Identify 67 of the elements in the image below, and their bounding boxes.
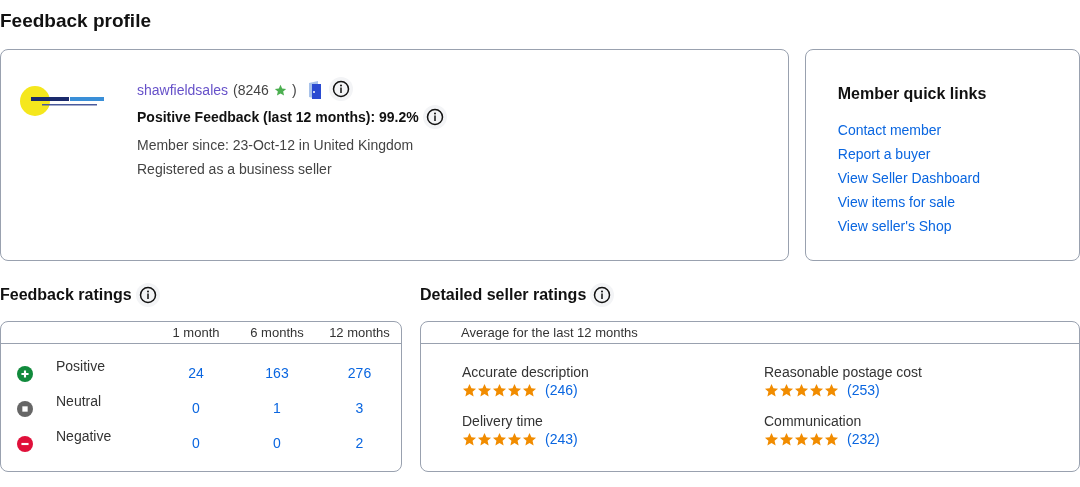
quick-link[interactable]: View Seller Dashboard (837, 166, 980, 190)
rating-label: Accurate description (462, 364, 590, 380)
rating-count-link[interactable]: 276 (347, 363, 372, 384)
section-title: Detailed seller ratings (420, 285, 587, 305)
rating-count-link[interactable]: 163 (265, 363, 289, 384)
rating-label: Communication (764, 413, 863, 429)
star-icon (779, 383, 794, 398)
star-icon (809, 383, 824, 398)
rating-count-link[interactable]: 24 (188, 363, 204, 384)
quick-link[interactable]: Contact member (837, 118, 942, 142)
star-icon (779, 432, 794, 447)
star-icon (794, 383, 809, 398)
rating-count-link[interactable]: 3 (355, 398, 364, 419)
column-header: 12 months (328, 323, 391, 342)
rating-count-link[interactable]: (246) (545, 380, 578, 401)
quick-link[interactable]: Report a buyer (837, 142, 931, 166)
row-label: Negative (56, 427, 113, 446)
rating-count-link[interactable]: (253) (847, 380, 880, 401)
star-icon (522, 383, 537, 398)
page-title: Feedback profile (0, 9, 152, 33)
star-icon (824, 383, 839, 398)
score-bracket: ) (291, 80, 297, 100)
rating-count-link[interactable]: 1 (273, 398, 281, 419)
door-icon (307, 80, 322, 100)
feedback-score: (8246 (233, 80, 269, 100)
row-label: Positive (56, 357, 107, 376)
minus-icon (17, 435, 33, 452)
rating-count-link[interactable]: (243) (545, 429, 578, 450)
column-header: 6 months (249, 323, 305, 342)
star-icon (809, 432, 824, 447)
registration-status: Registered as a business seller (137, 160, 333, 179)
rating-label: Delivery time (462, 413, 544, 429)
rating-label: Reasonable postage cost (764, 364, 923, 380)
plus-icon (17, 365, 33, 382)
section-title: Feedback ratings (0, 285, 132, 305)
star-icon (507, 383, 522, 398)
rating-count-link[interactable]: (232) (847, 429, 880, 450)
username-link[interactable]: shawfieldsales (137, 79, 229, 101)
rating-count-link[interactable]: 0 (273, 433, 281, 454)
info-icon[interactable] (422, 105, 447, 129)
star-icon (522, 432, 537, 447)
row-label: Neutral (56, 392, 103, 411)
star-icon (273, 83, 287, 97)
star-icon (462, 383, 477, 398)
positive-feedback: Positive Feedback (last 12 months): 99.2% (137, 107, 419, 127)
rating-count-link[interactable]: 0 (192, 433, 200, 454)
quick-link[interactable]: View seller's Shop (837, 214, 952, 238)
quick-links-title: Member quick links (837, 84, 988, 104)
star-icon (764, 383, 779, 398)
info-icon[interactable] (135, 283, 160, 307)
quick-link[interactable]: View items for sale (837, 190, 955, 214)
star-icon (492, 432, 507, 447)
star-icon (507, 432, 522, 447)
star-icon (492, 383, 507, 398)
star-icon (824, 432, 839, 447)
rating-count-link[interactable]: 2 (355, 433, 364, 454)
star-icon (764, 432, 779, 447)
star-icon (477, 383, 492, 398)
star-icon (462, 432, 477, 447)
star-icon (794, 432, 809, 447)
card-subtitle: Average for the last 12 months (461, 323, 638, 342)
column-header: 1 month (171, 323, 221, 342)
member-since: Member since: 23-Oct-12 in United Kingdom (137, 136, 415, 155)
info-icon[interactable] (590, 283, 615, 307)
rating-count-link[interactable]: 0 (192, 398, 200, 419)
star-icon (477, 432, 492, 447)
info-icon[interactable] (328, 76, 353, 101)
